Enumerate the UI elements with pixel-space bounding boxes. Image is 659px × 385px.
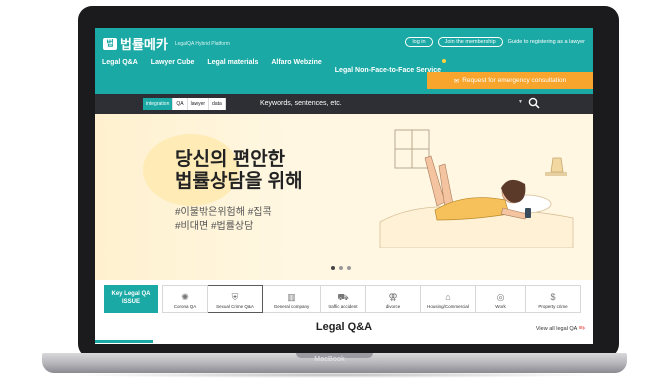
category-housing-commercial[interactable]: ⌂ Housing/Commercial [421, 285, 476, 313]
browser-screen: 법 법률메카 LegalQA Hybrid Platform log in Jo… [95, 28, 593, 344]
view-all-legal-qa-link[interactable]: View all legal QA ≡› [536, 325, 585, 332]
search-tab-lawyer[interactable]: lawyer [187, 98, 210, 110]
list-arrow-icon: ≡› [578, 325, 585, 332]
search-tab-qa[interactable]: QA [173, 98, 188, 110]
new-badge-icon [441, 59, 446, 63]
category-sexual-crime[interactable]: ⛨ Sexual Crime Q&A [208, 285, 263, 313]
issue-categories: ✺ Corona QA ⛨ Sexual Crime Q&A ▥ General… [162, 285, 581, 313]
carousel-dot[interactable] [331, 266, 335, 270]
search-tabs: integration QA lawyer data [143, 98, 226, 110]
category-divorce[interactable]: ⚢ divorce [366, 285, 421, 313]
legal-issue-bar: Key Legal QA ISSUE ✺ Corona QA ⛨ Sexual … [95, 280, 593, 316]
category-property-crime[interactable]: $ Property crime [526, 285, 581, 313]
hero-tags-line2: #비대면 #법률상담 [175, 221, 254, 232]
hero-title-line2: 법률상담을 위해 [175, 171, 303, 192]
issue-lead-label: Key Legal QA ISSUE [104, 285, 158, 313]
logo-subtitle: LegalQA Hybrid Platform [174, 40, 230, 47]
category-corona-qa[interactable]: ✺ Corona QA [162, 285, 208, 313]
category-traffic-accident[interactable]: ⛟ traffic accident [321, 285, 366, 313]
nav-alfaro-webzine[interactable]: Alfaro Webzine [271, 59, 321, 77]
dropdown-caret-icon[interactable]: ▼ [518, 99, 523, 105]
carousel-dot[interactable] [339, 266, 343, 270]
category-label: Housing/Commercial [427, 304, 469, 309]
hero-title-line1: 당신의 편안한 [175, 149, 286, 170]
hero-tags-line1: #이불밖은위험해 #집콕 [175, 207, 272, 218]
briefcase-icon: ◎ [496, 292, 505, 302]
car-icon: ⛟ [337, 292, 349, 302]
divorce-icon: ⚢ [388, 292, 398, 302]
nav-legal-materials[interactable]: Legal materials [207, 59, 258, 77]
category-general-company[interactable]: ▥ General company [263, 285, 321, 313]
search-bar: integration QA lawyer data Keywords, sen… [95, 94, 593, 114]
virus-icon: ✺ [181, 292, 189, 302]
section-title: Legal Q&A [315, 321, 373, 333]
join-button[interactable]: Join the membership [437, 37, 503, 47]
shield-icon: ⛨ [231, 292, 239, 302]
category-label: Corona QA [173, 304, 197, 309]
laptop-mockup: MacBook 법 법률메카 LegalQA Hybrid Platform l… [0, 0, 659, 385]
login-button[interactable]: log in [405, 37, 433, 47]
nav-lawyer-cube[interactable]: Lawyer Cube [151, 59, 195, 77]
section-accent-bar [95, 340, 153, 343]
woman-on-bed-illustration [379, 129, 574, 248]
hero-hashtags: #이불밖은위험해 #집콕 #비대면 #법률상담 [175, 206, 345, 234]
top-links: log in Join the membership Guide to regi… [405, 37, 585, 47]
search-input[interactable]: Keywords, sentences, etc. [260, 97, 530, 111]
view-all-label: View all legal QA [535, 326, 578, 332]
category-label: Property crime [538, 304, 568, 309]
emergency-consultation-button[interactable]: ✉ Request for emergency consultation [427, 72, 593, 89]
hero-banner[interactable]: 당신의 편안한 법률상담을 위해 #이불밖은위험해 #집콕 #비대면 #법률상담 [95, 114, 593, 280]
category-label: Sexual Crime Q&A [216, 304, 254, 309]
search-icon[interactable] [528, 97, 540, 109]
category-label: Work [495, 304, 506, 309]
device-label: MacBook [314, 356, 345, 363]
carousel-dot[interactable] [347, 266, 351, 270]
site-header: 법 법률메카 LegalQA Hybrid Platform log in Jo… [95, 28, 593, 94]
building-icon: ▥ [287, 292, 296, 302]
nav-non-face-service[interactable]: Legal Non-Face-to-Face Service [335, 67, 441, 74]
category-label: traffic accident [328, 304, 358, 309]
emergency-label: Request for emergency consultation [462, 77, 567, 84]
money-icon: $ [550, 292, 556, 302]
house-icon: ⌂ [445, 292, 451, 302]
search-tab-data[interactable]: data [209, 98, 226, 110]
category-label: General company [273, 304, 310, 309]
category-label: divorce [385, 304, 401, 309]
search-tab-integration[interactable]: integration [143, 98, 174, 110]
carousel-dots [331, 266, 351, 270]
lawyer-guide-link[interactable]: Guide to registering as a lawyer [508, 39, 585, 45]
main-nav: Legal Q&A Lawyer Cube Legal materials Al… [102, 59, 446, 77]
nav-legal-qa[interactable]: Legal Q&A [102, 59, 138, 77]
mail-icon: ✉ [453, 77, 460, 85]
site-logo[interactable]: 법 법률메카 LegalQA Hybrid Platform [103, 34, 230, 53]
logo-text: 법률메카 [120, 37, 168, 52]
category-work[interactable]: ◎ Work [476, 285, 526, 313]
logo-icon: 법 [103, 37, 117, 50]
legal-qa-section: Legal Q&A View all legal QA ≡› [95, 316, 593, 344]
hero-title: 당신의 편안한 법률상담을 위해 [175, 149, 395, 193]
